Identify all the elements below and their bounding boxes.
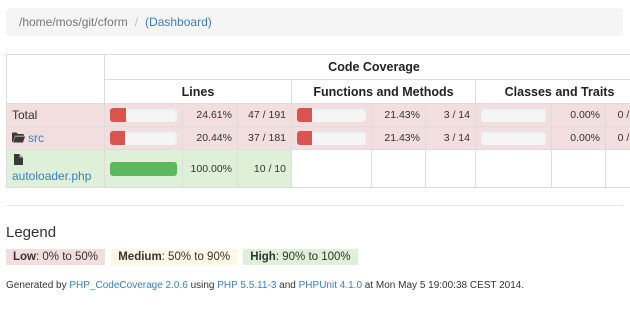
functions-percent: 21.43%	[371, 126, 426, 150]
row-name-src-cell: src	[6, 126, 105, 150]
lines-bar-cell	[104, 126, 183, 150]
table-row-src: src 20.44% 37 / 181 21.43% 3 / 14 0.00% …	[6, 126, 630, 150]
legend: Low: 0% to 50% Medium: 50% to 90% High: …	[6, 249, 361, 265]
folder-icon	[12, 132, 25, 143]
divider	[6, 205, 623, 206]
codecoverage-link[interactable]: PHP_CodeCoverage 2.0.6	[69, 280, 187, 291]
coverage-table: Code Coverage Lines Functions and Method…	[6, 54, 630, 188]
breadcrumb-separator: /	[134, 15, 139, 29]
lines-bar-cell	[104, 149, 183, 188]
functions-progress-bar	[297, 131, 366, 145]
footer-prefix: Generated by	[6, 280, 70, 291]
classes-bar-cell	[475, 126, 552, 150]
functions-progress-bar	[297, 108, 366, 122]
classes-empty-cell	[475, 149, 552, 188]
lines-header: Lines	[104, 79, 292, 104]
lines-progress-bar	[110, 131, 177, 145]
header-blank-2	[6, 79, 105, 104]
legend-title: Legend	[6, 224, 57, 241]
classes-count: 0 / 1	[604, 103, 630, 127]
classes-percent: 0.00%	[551, 103, 606, 127]
functions-progress-fill	[297, 131, 313, 145]
lines-count: 10 / 10	[237, 149, 292, 188]
lines-progress-bar	[110, 161, 177, 176]
lines-bar-cell	[104, 103, 183, 127]
classes-empty-cell	[604, 149, 630, 188]
functions-empty-cell	[371, 149, 426, 188]
legend-medium-range: : 50% to 90%	[161, 251, 231, 263]
functions-progress-fill	[297, 108, 313, 122]
classes-count: 0 / 1	[604, 126, 630, 150]
functions-count: 3 / 14	[425, 126, 476, 150]
lines-count: 37 / 181	[237, 126, 292, 150]
autoloader-link[interactable]: autoloader.php	[12, 169, 91, 183]
classes-empty-cell	[551, 149, 606, 188]
functions-percent: 21.43%	[371, 103, 426, 127]
functions-empty-cell	[425, 149, 476, 188]
legend-high-range: : 90% to 100%	[275, 251, 351, 263]
code-coverage-header: Code Coverage	[103, 54, 630, 80]
lines-count: 47 / 191	[237, 103, 292, 127]
lines-progress-fill	[110, 108, 127, 122]
row-name-total: Total	[6, 103, 105, 127]
lines-percent: 20.44%	[182, 126, 238, 150]
legend-low: Low: 0% to 50%	[6, 249, 106, 265]
breadcrumb-path: /home/mos/git/cform	[19, 15, 128, 29]
lines-progress-fill	[110, 131, 125, 145]
dashboard-link[interactable]: (Dashboard)	[145, 15, 212, 29]
row-name-autoloader-cell: autoloader.php	[6, 149, 105, 188]
lines-progress-bar	[110, 108, 177, 122]
file-icon	[14, 154, 23, 165]
functions-empty-cell	[291, 149, 372, 188]
footer-using: using	[187, 280, 218, 291]
legend-high-label: High	[250, 251, 276, 263]
php-link[interactable]: PHP 5.5.11-3	[217, 280, 276, 291]
lines-percent: 24.61%	[182, 103, 238, 127]
legend-low-range: : 0% to 50%	[36, 251, 99, 263]
table-row-autoloader: autoloader.php 100.00% 10 / 10	[6, 149, 630, 188]
classes-bar-cell	[475, 103, 552, 127]
functions-bar-cell	[291, 103, 372, 127]
footer-and: and	[276, 280, 299, 291]
functions-header: Functions and Methods	[291, 79, 476, 104]
classes-progress-bar	[481, 108, 546, 122]
functions-bar-cell	[291, 126, 372, 150]
lines-progress-fill	[110, 161, 177, 176]
table-row-total: Total 24.61% 47 / 191 21.43% 3 / 14 0.00…	[6, 103, 630, 127]
legend-high: High: 90% to 100%	[243, 249, 358, 265]
legend-medium-label: Medium	[118, 251, 162, 263]
legend-medium: Medium: 50% to 90%	[111, 249, 238, 265]
classes-percent: 0.00%	[551, 126, 606, 150]
breadcrumb: /home/mos/git/cform / (Dashboard)	[6, 8, 623, 36]
footer: Generated by PHP_CodeCoverage 2.0.6 usin…	[6, 280, 524, 291]
footer-suffix: at Mon May 5 19:00:38 CEST 2014.	[362, 280, 525, 291]
header-blank	[6, 54, 105, 80]
src-link[interactable]: src	[28, 131, 44, 145]
classes-progress-bar	[481, 131, 546, 145]
phpunit-link[interactable]: PHPUnit 4.1.0	[299, 280, 362, 291]
functions-count: 3 / 14	[425, 103, 476, 127]
legend-low-label: Low	[13, 251, 36, 263]
lines-percent: 100.00%	[182, 149, 238, 188]
classes-header: Classes and Traits	[474, 79, 630, 104]
